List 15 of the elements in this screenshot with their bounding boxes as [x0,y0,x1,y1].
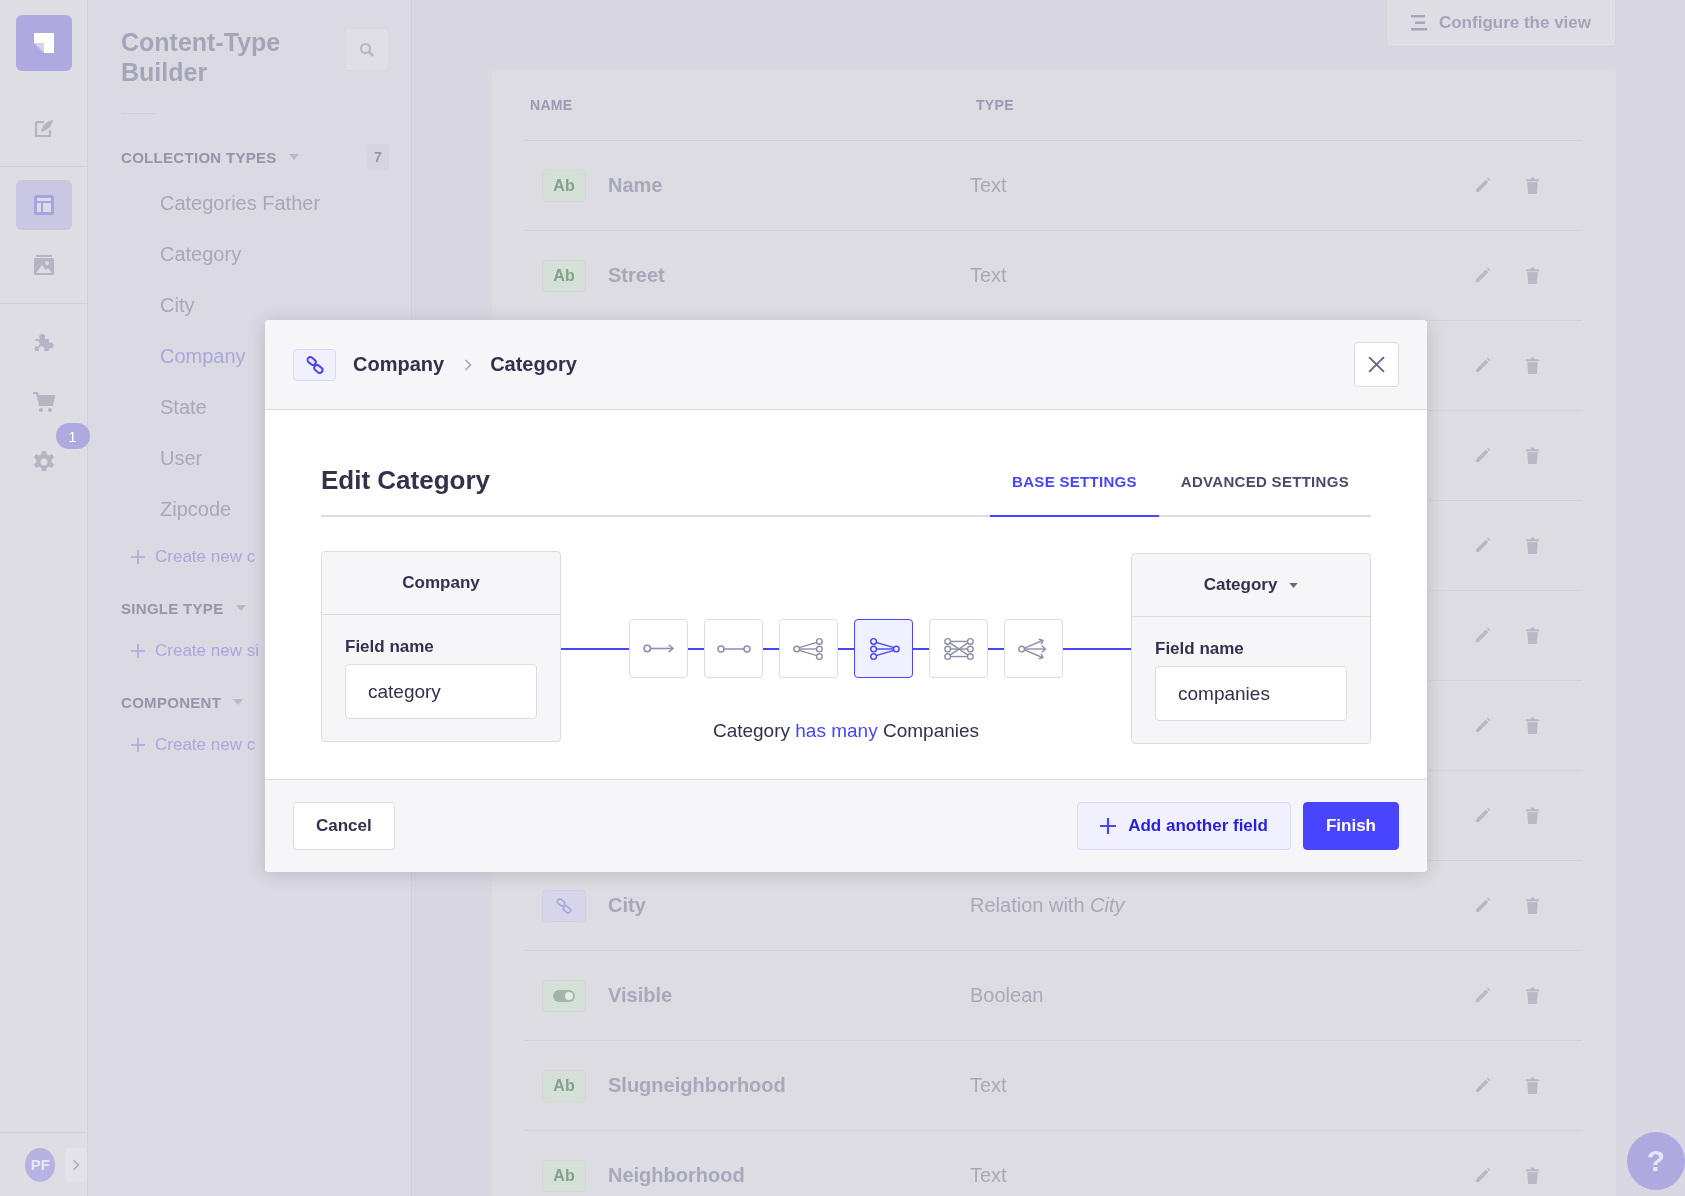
breadcrumb-item: Company [353,353,445,376]
column-header: NAME [529,97,574,113]
text-type-badge: Ab [542,1159,586,1192]
count-badge: 7 [367,144,389,170]
breadcrumb-item: Category [490,353,577,376]
text-type-badge: Ab [542,1069,586,1102]
dialog-title: Edit Category [321,465,491,496]
column-header: TYPE [976,97,1014,113]
text-type-badge: Ab [542,259,586,292]
field-label: Field name [1155,639,1245,659]
relation-description: Category has many Companies [712,720,980,742]
content-type-name: Company [402,573,480,593]
notification-badge: 1 [55,423,90,449]
field-label: Field name [345,637,435,657]
text-type-badge: Ab [542,169,586,202]
